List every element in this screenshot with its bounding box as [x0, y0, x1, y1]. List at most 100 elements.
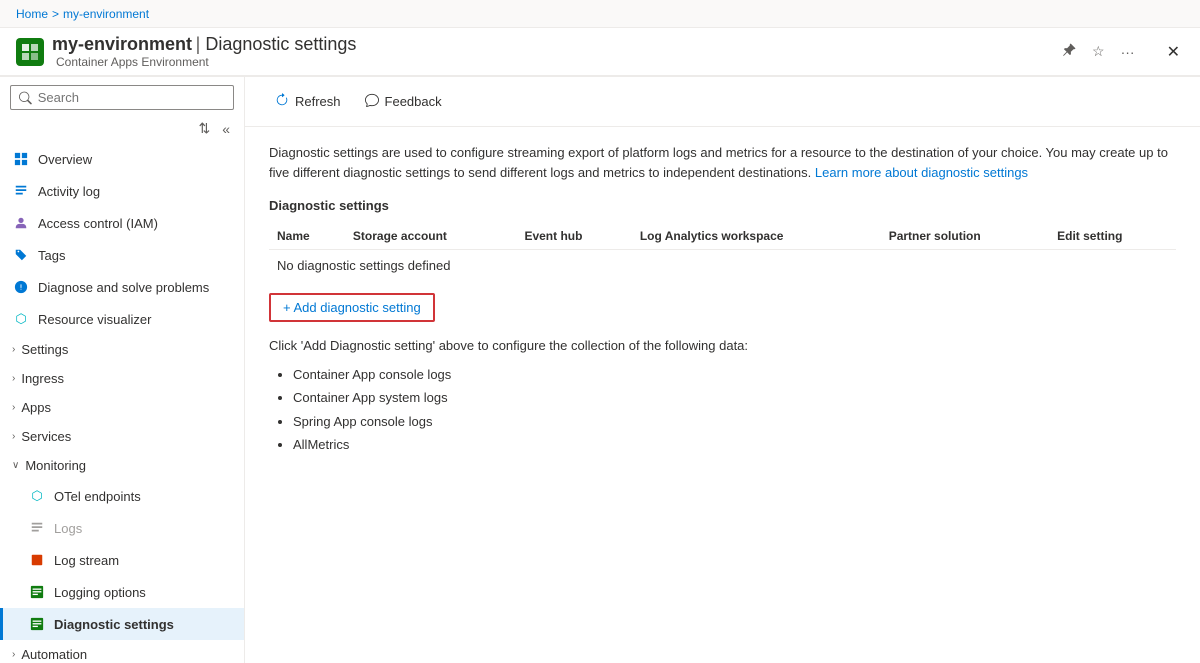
sidebar-item-label: Monitoring	[25, 458, 86, 473]
refresh-icon	[275, 93, 289, 110]
more-options-button[interactable]: ···	[1117, 40, 1139, 64]
sidebar-item-label: Activity log	[38, 184, 100, 199]
breadcrumb-separator: >	[52, 7, 59, 21]
sidebar-item-automation[interactable]: › Automation	[0, 640, 244, 663]
automation-expand: › Automation	[12, 647, 232, 662]
visualizer-icon: ⬡	[12, 310, 30, 328]
col-event-hub: Event hub	[516, 223, 631, 250]
logging-options-icon	[28, 583, 46, 601]
monitoring-expand: ∨ Monitoring	[12, 458, 232, 473]
chevron-down-icon: ∨	[12, 460, 19, 471]
sidebar-item-settings[interactable]: › Settings	[0, 335, 244, 364]
data-items-list: Container App console logs Container App…	[269, 363, 1176, 457]
sidebar-item-label: Ingress	[21, 371, 64, 386]
app-icon	[16, 38, 44, 66]
feedback-button[interactable]: Feedback	[355, 87, 452, 116]
col-storage: Storage account	[345, 223, 517, 250]
sidebar-item-tags[interactable]: Tags	[0, 239, 244, 271]
sidebar-controls: ⇅ «	[0, 118, 244, 143]
sidebar-item-apps[interactable]: › Apps	[0, 393, 244, 422]
breadcrumb-home[interactable]: Home	[16, 7, 48, 21]
sidebar-item-resource-visualizer[interactable]: ⬡ Resource visualizer	[0, 303, 244, 335]
add-button-label: + Add diagnostic setting	[283, 300, 421, 315]
table-row-empty: No diagnostic settings defined	[269, 250, 1176, 282]
refresh-button[interactable]: Refresh	[265, 87, 351, 116]
list-item: AllMetrics	[293, 433, 1176, 456]
col-edit-setting: Edit setting	[1049, 223, 1176, 250]
diagnostic-settings-icon	[28, 615, 46, 633]
sidebar-item-services[interactable]: › Services	[0, 422, 244, 451]
sidebar-item-label: Apps	[21, 400, 51, 415]
sidebar-item-otel-endpoints[interactable]: ⬡ OTel endpoints	[0, 480, 244, 512]
sidebar-item-label: Logging options	[54, 585, 146, 600]
tags-icon	[12, 246, 30, 264]
close-button[interactable]: ✕	[1163, 38, 1184, 66]
resource-name: my-environment	[52, 34, 192, 54]
sidebar: ⇅ « Overview Activity log	[0, 77, 245, 663]
sidebar-item-access-control[interactable]: Access control (IAM)	[0, 207, 244, 239]
sidebar-item-label: Access control (IAM)	[38, 216, 158, 231]
sidebar-item-activity-log[interactable]: Activity log	[0, 175, 244, 207]
chevron-right-icon: ›	[12, 649, 15, 660]
list-item: Spring App console logs	[293, 410, 1176, 433]
sidebar-item-logging-options[interactable]: Logging options	[0, 576, 244, 608]
sidebar-item-monitoring[interactable]: ∨ Monitoring	[0, 451, 244, 480]
sidebar-item-label: Services	[21, 429, 71, 444]
iam-icon	[12, 214, 30, 232]
sidebar-item-overview[interactable]: Overview	[0, 143, 244, 175]
breadcrumb: Home > my-environment	[0, 0, 1200, 28]
sidebar-item-logs[interactable]: Logs	[0, 512, 244, 544]
sidebar-item-ingress[interactable]: › Ingress	[0, 364, 244, 393]
add-diagnostic-setting-button[interactable]: + Add diagnostic setting	[269, 293, 435, 322]
sidebar-item-log-stream[interactable]: Log stream	[0, 544, 244, 576]
diagnostic-settings-table: Name Storage account Event hub Log Analy…	[269, 223, 1176, 281]
search-icon	[19, 91, 32, 105]
title-separator: |	[196, 34, 206, 54]
feedback-label: Feedback	[385, 94, 442, 109]
page-subtitle: Diagnostic settings	[205, 34, 356, 54]
sidebar-item-label: Automation	[21, 647, 87, 662]
refresh-label: Refresh	[295, 94, 341, 109]
col-log-analytics: Log Analytics workspace	[632, 223, 881, 250]
content-area: Refresh Feedback Diagnostic settings are…	[245, 77, 1200, 663]
no-settings-text: No diagnostic settings defined	[269, 250, 1176, 282]
sidebar-item-diagnostic-settings[interactable]: Diagnostic settings	[0, 608, 244, 640]
resource-type: Container Apps Environment	[56, 55, 356, 69]
chevron-right-icon: ›	[12, 431, 15, 442]
log-stream-icon	[28, 551, 46, 569]
services-expand: › Services	[12, 429, 232, 444]
sidebar-item-label: Overview	[38, 152, 92, 167]
sidebar-item-label: Diagnose and solve problems	[38, 280, 209, 295]
search-box[interactable]	[10, 85, 234, 110]
col-partner-solution: Partner solution	[881, 223, 1049, 250]
sidebar-item-label: Diagnostic settings	[54, 617, 174, 632]
sidebar-item-label: OTel endpoints	[54, 489, 141, 504]
otel-icon: ⬡	[28, 487, 46, 505]
col-name: Name	[269, 223, 345, 250]
list-item: Container App console logs	[293, 363, 1176, 386]
pin-button[interactable]	[1058, 39, 1080, 64]
logs-icon	[28, 519, 46, 537]
description-text: Diagnostic settings are used to configur…	[269, 143, 1169, 182]
diagnose-icon	[12, 278, 30, 296]
favorite-button[interactable]: ☆	[1088, 39, 1109, 64]
sort-button[interactable]: ⇅	[194, 118, 214, 139]
click-instructions: Click 'Add Diagnostic setting' above to …	[269, 338, 1176, 353]
toolbar: Refresh Feedback	[245, 77, 1200, 127]
chevron-right-icon: ›	[12, 373, 15, 384]
chevron-right-icon: ›	[12, 344, 15, 355]
title-icons: ☆ ···	[1058, 39, 1139, 64]
collapse-button[interactable]: «	[218, 118, 234, 139]
section-label: Diagnostic settings	[269, 198, 1176, 213]
content-body: Diagnostic settings are used to configur…	[245, 127, 1200, 663]
sidebar-item-label: Tags	[38, 248, 65, 263]
learn-more-link[interactable]: Learn more about diagnostic settings	[815, 165, 1028, 180]
breadcrumb-current[interactable]: my-environment	[63, 7, 149, 21]
feedback-icon	[365, 93, 379, 110]
search-input[interactable]	[38, 90, 225, 105]
sidebar-item-label: Log stream	[54, 553, 119, 568]
sidebar-item-diagnose[interactable]: Diagnose and solve problems	[0, 271, 244, 303]
activity-log-icon	[12, 182, 30, 200]
ingress-expand: › Ingress	[12, 371, 232, 386]
chevron-right-icon: ›	[12, 402, 15, 413]
